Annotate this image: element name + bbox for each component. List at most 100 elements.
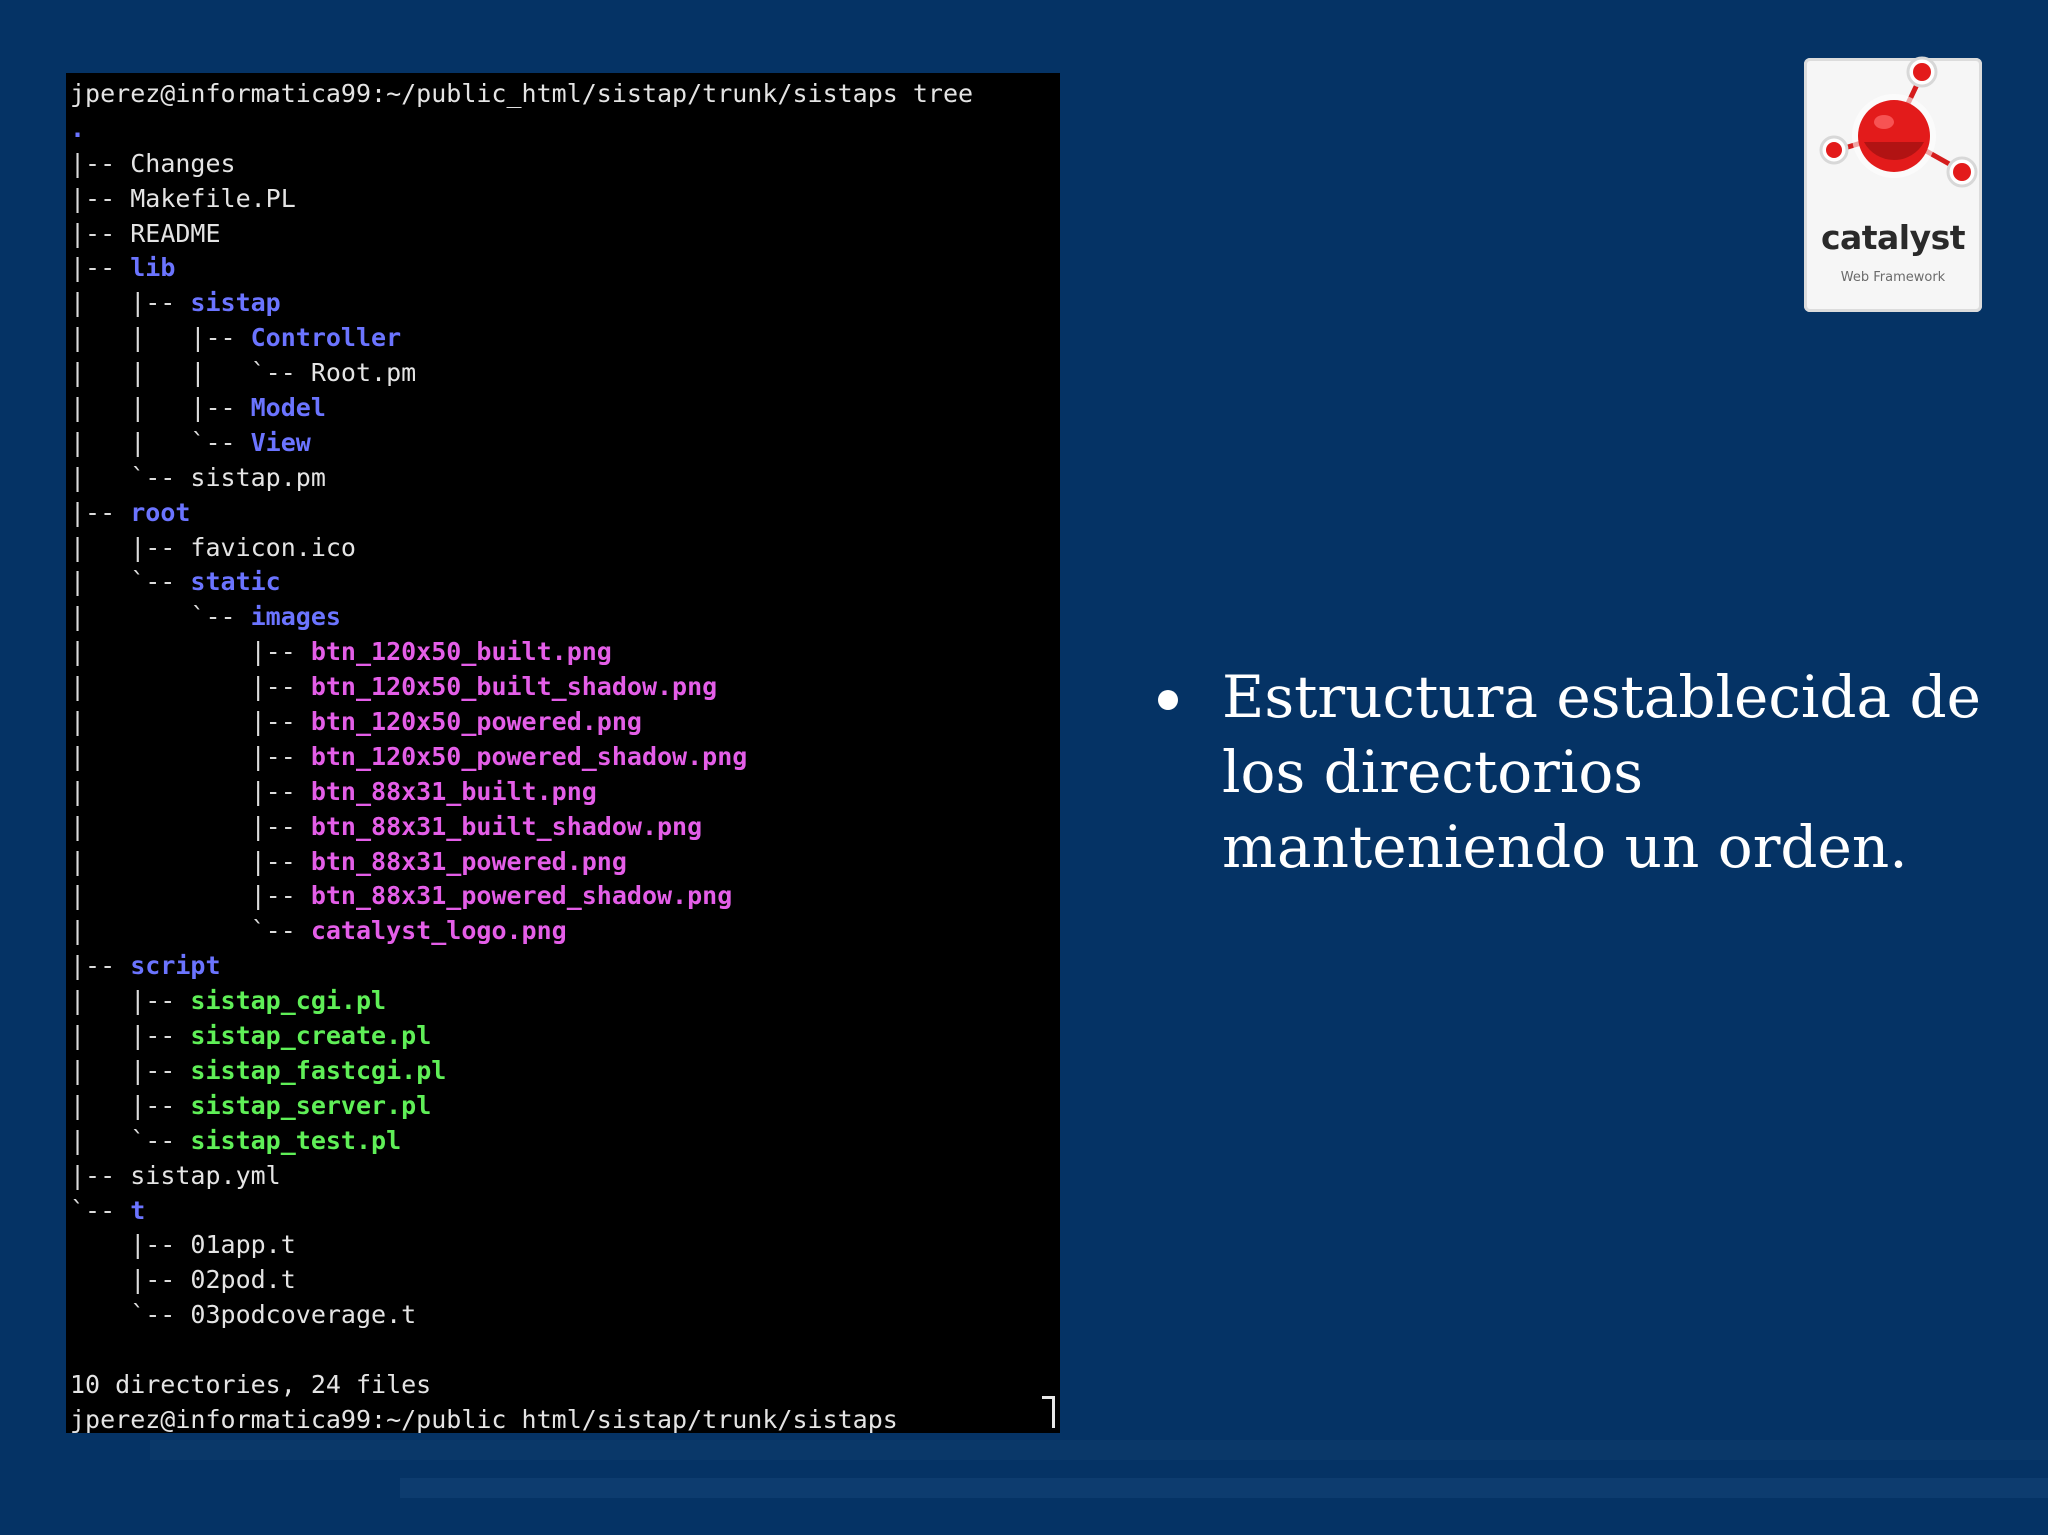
tree-entry-file: 03podcoverage.t (190, 1300, 417, 1330)
tree-branch: | |-- (70, 288, 191, 318)
terminal-line: | `-- images (70, 600, 973, 635)
tree-branch: |-- (70, 1230, 191, 1260)
tree-branch: | |-- (70, 1090, 191, 1120)
tree-branch: |-- (70, 1160, 131, 1190)
terminal-line: | `-- sistap.pm (70, 461, 973, 496)
tree-branch: | |-- (70, 846, 311, 876)
terminal-line: | |-- btn_120x50_built_shadow.png (70, 670, 973, 705)
tree-entry-image: btn_88x31_built.png (310, 776, 597, 806)
tree-branch: | |-- (70, 532, 191, 562)
terminal-line: | |-- btn_120x50_built.png (70, 635, 973, 670)
terminal-line: |-- 01app.t (70, 1228, 973, 1263)
bullet-dot-icon (1158, 690, 1178, 710)
tree-entry-exec: sistap_server.pl (190, 1090, 432, 1120)
tree-branch: | | |-- (70, 393, 251, 423)
terminal-line: |-- lib (70, 251, 973, 286)
tree-branch: | |-- (70, 637, 311, 667)
terminal-line: | |-- btn_120x50_powered.png (70, 705, 973, 740)
tree-entry-dir: images (250, 602, 341, 632)
logo-subtitle: Web Framework (1840, 270, 1946, 285)
tree-entry-file: Changes (130, 148, 236, 178)
tree-branch: |-- (70, 148, 131, 178)
tree-branch: |-- (70, 1265, 191, 1295)
tree-branch: | |-- (70, 1021, 191, 1051)
terminal-line: | `-- static (70, 565, 973, 600)
terminal-line: | | |-- Controller (70, 321, 973, 356)
terminal-line: | `-- catalyst_logo.png (70, 914, 973, 949)
tree-entry-dir: script (130, 951, 221, 981)
tree-entry-file: Makefile.PL (130, 183, 296, 213)
terminal-line: | |-- btn_88x31_powered_shadow.png (70, 879, 973, 914)
tree-branch: | |-- (70, 672, 311, 702)
tree-branch: |-- (70, 951, 131, 981)
tree-entry-dir: sistap (190, 288, 281, 318)
tree-entry-file: sistap.pm (190, 462, 326, 492)
tree-entry-dir: Controller (250, 323, 402, 353)
tree-entry-file: Root.pm (310, 358, 417, 388)
tree-entry-file: README (130, 218, 221, 248)
terminal-line: |-- 02pod.t (70, 1263, 973, 1298)
tree-branch: | |-- (70, 741, 311, 771)
tree-branch: | `-- (70, 567, 191, 597)
terminal-line: | |-- favicon.ico (70, 531, 973, 566)
terminal-line: |-- sistap.yml (70, 1159, 973, 1194)
tree-branch: | |-- (70, 707, 311, 737)
tree-branch: | `-- (70, 916, 311, 946)
tree-entry-image: btn_120x50_powered_shadow.png (310, 741, 748, 771)
terminal-line: |-- script (70, 949, 973, 984)
terminal-line: | |-- sistap_create.pl (70, 1019, 973, 1054)
terminal-line: | |-- btn_88x31_built.png (70, 775, 973, 810)
terminal-line: | | |-- Model (70, 391, 973, 426)
terminal-line: | |-- sistap (70, 286, 973, 321)
terminal-line: `-- 03podcoverage.t (70, 1298, 973, 1333)
tree-branch: | `-- (70, 1125, 191, 1155)
terminal-line: | |-- sistap_server.pl (70, 1089, 973, 1124)
tree-branch: |-- (70, 497, 131, 527)
terminal-line: | |-- sistap_cgi.pl (70, 984, 973, 1019)
tree-entry-dir: Model (250, 393, 326, 423)
terminal-output: jperez@informatica99:~/public_html/sista… (70, 77, 973, 1433)
terminal-line: | | `-- View (70, 426, 973, 461)
tree-entry-file: jperez@informatica99:~/public_html/sista… (70, 79, 974, 108)
tree-entry-dir: root (130, 497, 191, 527)
tree-branch: `-- (70, 1300, 191, 1330)
terminal-line: |-- README (70, 217, 973, 252)
tree-branch: | |-- (70, 1055, 191, 1085)
tree-entry-file: jperez@informatica99:~/public_html/sista… (70, 1404, 898, 1433)
tree-branch: | `-- (70, 462, 191, 492)
tree-entry-image: btn_120x50_powered.png (310, 707, 642, 737)
terminal-line: | |-- btn_120x50_powered_shadow.png (70, 740, 973, 775)
tree-entry-image: btn_120x50_built_shadow.png (310, 672, 718, 702)
terminal-cursor (1052, 1396, 1055, 1428)
terminal-line: |-- Makefile.PL (70, 182, 973, 217)
tree-branch: | |-- (70, 776, 311, 806)
terminal-line: | |-- sistap_fastcgi.pl (70, 1054, 973, 1089)
tree-entry-dir: . (70, 113, 86, 143)
tree-branch: |-- (70, 253, 131, 283)
decorative-band-lower (400, 1478, 2048, 1498)
tree-entry-image: btn_120x50_built.png (310, 637, 612, 667)
terminal-line: | `-- sistap_test.pl (70, 1124, 973, 1159)
tree-branch: | `-- (70, 602, 251, 632)
tree-entry-dir: t (130, 1195, 146, 1225)
tree-entry-exec: sistap_create.pl (190, 1021, 432, 1051)
tree-branch: | |-- (70, 881, 311, 911)
tree-branch: |-- (70, 183, 131, 213)
tree-entry-file: 02pod.t (190, 1265, 296, 1295)
tree-entry-file: sistap.yml (130, 1160, 281, 1190)
tree-entry-file: 01app.t (190, 1230, 296, 1260)
tree-entry-image: catalyst_logo.png (310, 916, 567, 946)
tree-branch: | | |-- (70, 323, 251, 353)
terminal-line: |-- root (70, 496, 973, 531)
tree-entry-image: btn_88x31_powered_shadow.png (310, 881, 733, 911)
terminal-line: |-- Changes (70, 147, 973, 182)
catalyst-logo: catalyst Web Framework (1804, 56, 1982, 312)
terminal-line: `-- t (70, 1194, 973, 1229)
terminal-screenshot: jperez@informatica99:~/public_html/sista… (66, 73, 1060, 1433)
terminal-line: jperez@informatica99:~/public_html/sista… (70, 1403, 973, 1433)
tree-entry-dir: static (190, 567, 281, 597)
tree-entry-image: btn_88x31_built_shadow.png (310, 811, 703, 841)
tree-branch: | |-- (70, 811, 311, 841)
bullet-text: Estructura establecida de los directorio… (1222, 663, 1981, 881)
